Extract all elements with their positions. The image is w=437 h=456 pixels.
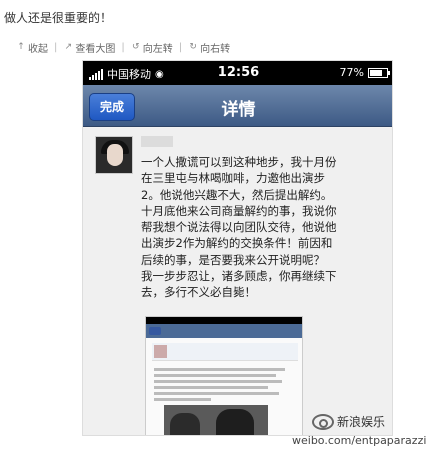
rotate-left-button[interactable]: ↺ 向左转: [131, 40, 173, 55]
collapse-label: 收起: [28, 43, 48, 55]
phone-screenshot: 中国移动 ◉ 12:56 77% 完成 详情 一个人撒谎可以到这种地步，我十月份…: [82, 60, 393, 436]
battery-percent: 77%: [339, 66, 364, 79]
post-line: 出演步2作为解约的交换条件！前因和: [141, 236, 333, 251]
post-line: 在三里屯与林喝咖啡，力邀他出演步: [141, 171, 325, 186]
attached-screenshot-thumbnail[interactable]: [145, 316, 303, 435]
thumbnail-photo: [164, 405, 268, 435]
rotate-right-button[interactable]: ↻ 向右转: [188, 40, 230, 55]
toolbar-divider: |: [178, 41, 183, 53]
post-line: 十月底他来公司商量解约的事，我说你: [141, 203, 337, 218]
image-toolbar: ↑ 收起 | ↗ 查看大图 | ↺ 向左转 | ↻ 向右转: [16, 38, 236, 56]
watermark-brand: 新浪娱乐: [312, 413, 385, 430]
post-detail: 一个人撒谎可以到这种地步，我十月份 在三里屯与林喝咖啡，力邀他出演步 2。他说他…: [83, 128, 392, 435]
avatar[interactable]: [95, 136, 133, 174]
post-line: 去，多行不义必自毙！: [141, 285, 256, 300]
username-redacted: [141, 136, 173, 147]
rotate-left-icon: ↺: [131, 42, 140, 52]
post-text: 一个人撒谎可以到这种地步，我十月份 在三里屯与林喝咖啡，力邀他出演步 2。他说他…: [141, 154, 385, 301]
post-caption: 做人还是很重要的！: [4, 11, 113, 25]
post-line: 帮我想个说法得以向团队交待，他说他: [141, 220, 337, 235]
rotate-left-label: 向左转: [142, 43, 173, 55]
post-line: 2。他说他兴趣不大，然后提出解约。: [141, 187, 333, 202]
watermark-brand-label: 新浪娱乐: [337, 415, 386, 429]
collapse-button[interactable]: ↑ 收起: [16, 40, 48, 55]
battery-icon: [368, 67, 390, 78]
navigation-bar: 完成 详情: [83, 85, 392, 127]
rotate-right-label: 向右转: [200, 43, 231, 55]
status-bar: 中国移动 ◉ 12:56 77%: [83, 61, 392, 85]
post-line: 一个人撒谎可以到这种地步，我十月份: [141, 155, 337, 169]
watermark-url: weibo.com/entpaparazzi: [292, 434, 427, 447]
view-large-button[interactable]: ↗ 查看大图: [63, 40, 116, 55]
post-line: 后续的事，是否要我来公开说明呢？: [141, 252, 325, 267]
toolbar-divider: |: [121, 41, 125, 53]
collapse-icon: ↑: [17, 42, 25, 52]
page-title: 详情: [221, 100, 256, 120]
weibo-logo-icon: [312, 413, 334, 430]
rotate-right-icon: ↻: [189, 42, 197, 52]
view-large-label: 查看大图: [75, 43, 116, 55]
toolbar-divider: |: [54, 41, 58, 53]
post-line: 我一步步忍让，诸多顾虑，你再继续下: [141, 269, 337, 284]
view-large-icon: ↗: [64, 42, 73, 52]
